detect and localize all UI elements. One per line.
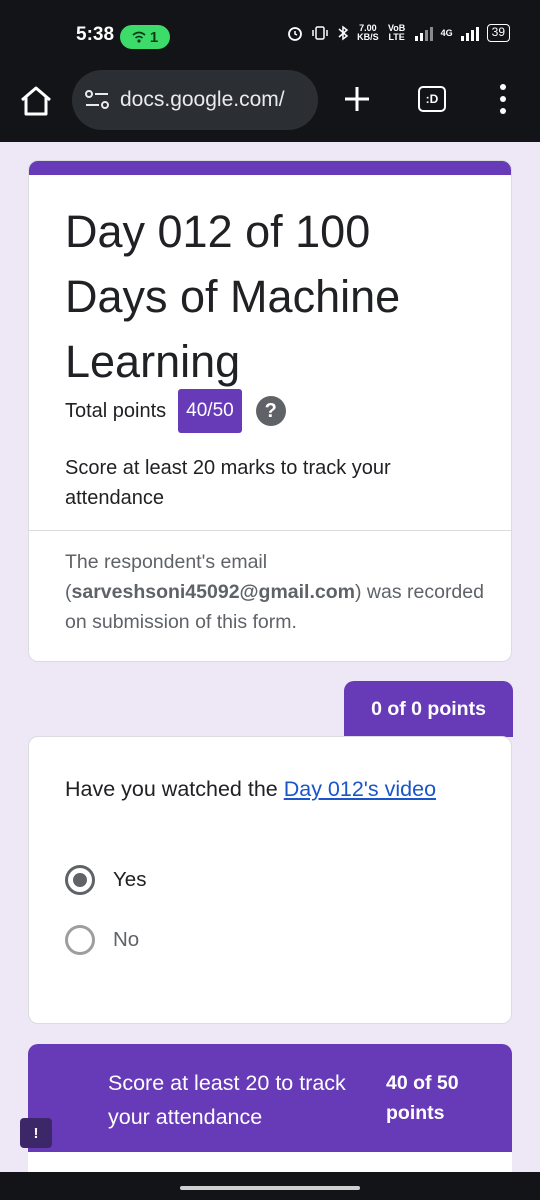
network-speed: 7.00 KB/S xyxy=(357,24,379,42)
radio-unchecked-icon[interactable] xyxy=(65,925,95,955)
browser-toolbar: docs.google.com/ :D xyxy=(0,68,540,142)
volte-indicator: VoB LTE xyxy=(387,23,406,42)
signal-bars-icon-2 xyxy=(460,25,479,41)
new-tab-icon[interactable] xyxy=(340,82,374,116)
radio-checked-icon[interactable] xyxy=(65,865,95,895)
hotspot-indicator: 1 xyxy=(120,25,170,49)
vibrate-icon xyxy=(312,26,328,40)
video-link[interactable]: Day 012's video xyxy=(284,777,436,801)
wifi-hotspot-icon xyxy=(132,31,146,43)
header-accent-stripe xyxy=(29,161,511,175)
tab-switcher-button[interactable]: :D xyxy=(418,86,446,112)
form-title: Day 012 of 100 Days of Machine Learning xyxy=(65,206,401,387)
gesture-handle[interactable] xyxy=(180,1186,360,1190)
network-type: 4G xyxy=(440,27,453,38)
respondent-email: sarveshsoni45092@gmail.com xyxy=(71,581,356,603)
system-nav-bar xyxy=(0,1172,540,1200)
section-title: Score at least 20 to track your attendan… xyxy=(108,1071,346,1129)
option-no[interactable]: No xyxy=(65,925,139,955)
respondent-email-note: The respondent's email (sarveshsoni45092… xyxy=(65,547,485,637)
section-header-card: Score at least 20 to track your attendan… xyxy=(28,1044,512,1154)
address-bar[interactable]: docs.google.com/ xyxy=(72,70,318,130)
status-time: 5:38 xyxy=(76,24,115,45)
more-menu-icon[interactable] xyxy=(496,84,510,114)
total-points-badge: 40/50 xyxy=(178,389,242,433)
section-points: 40 of 50 points xyxy=(386,1072,459,1124)
alarm-icon xyxy=(288,27,303,41)
section-points-tab: 0 of 0 points xyxy=(344,681,513,737)
site-settings-icon[interactable] xyxy=(84,89,110,111)
network-speed-unit: KB/S xyxy=(357,32,379,42)
question-text: Have you watched the Day 012's video xyxy=(65,777,436,802)
status-icons: 7.00 KB/S VoB LTE 4G 39 xyxy=(287,24,510,42)
feedback-icon[interactable]: ! xyxy=(20,1118,52,1148)
header-divider xyxy=(29,530,511,531)
total-points-label: Total points xyxy=(65,399,167,422)
question-card: Have you watched the Day 012's video Yes… xyxy=(28,736,512,1024)
hotspot-count: 1 xyxy=(149,28,159,46)
url-text: docs.google.com/ xyxy=(120,88,285,111)
total-points-row: Total points 40/50 ? xyxy=(65,389,286,433)
status-bar: 5:38 1 7.00 KB/S VoB LTE 4G 39 xyxy=(0,0,540,68)
option-label: Yes xyxy=(113,868,147,891)
option-yes[interactable]: Yes xyxy=(65,865,146,895)
form-header-card: Day 012 of 100 Days of Machine Learning … xyxy=(28,160,512,662)
home-icon[interactable] xyxy=(18,83,54,119)
battery-indicator: 39 xyxy=(486,24,510,42)
option-label: No xyxy=(113,928,140,951)
question-prefix: Have you watched the xyxy=(65,777,284,801)
score-note: Score at least 20 marks to track your at… xyxy=(65,457,391,509)
bluetooth-icon xyxy=(338,25,349,41)
signal-bars-icon xyxy=(414,25,433,41)
help-icon[interactable]: ? xyxy=(255,396,286,426)
